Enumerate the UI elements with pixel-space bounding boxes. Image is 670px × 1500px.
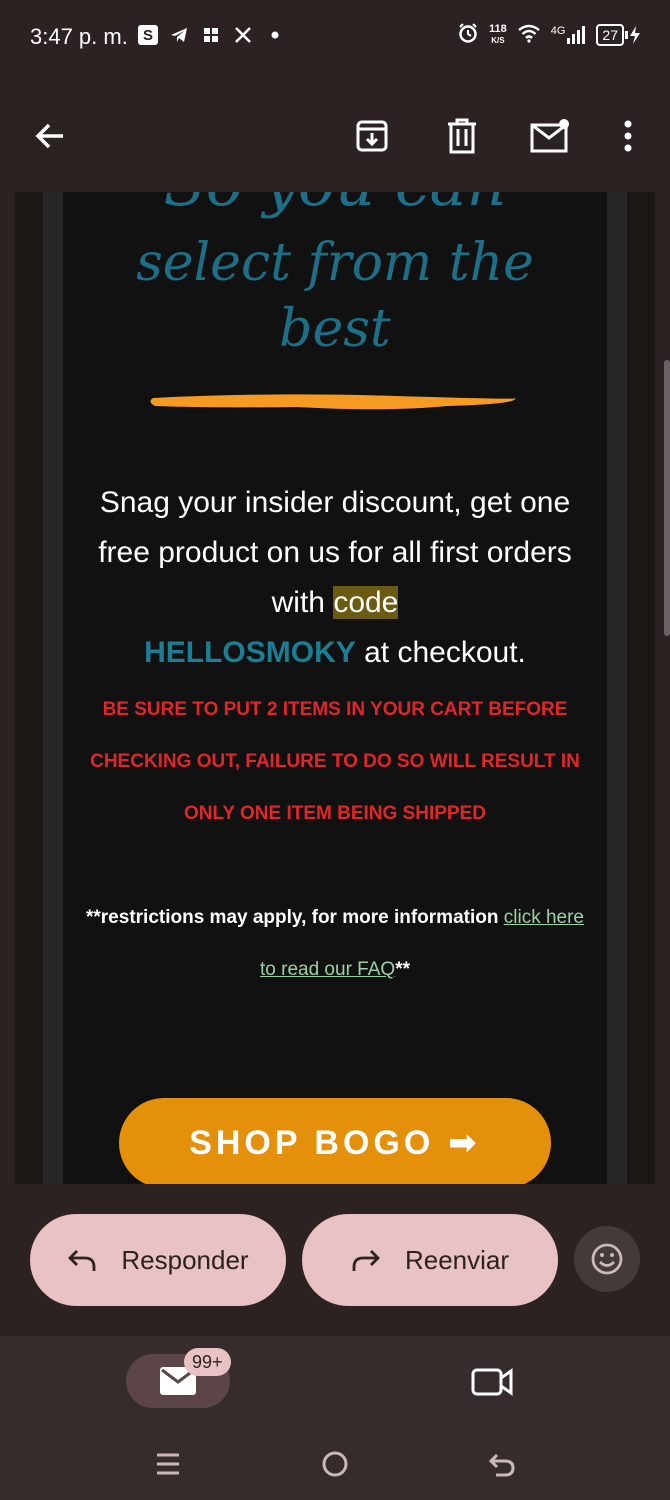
emoji-reaction-button[interactable] bbox=[574, 1226, 640, 1292]
arrow-right-icon: ➡ bbox=[448, 1124, 481, 1162]
promo-text-part2: at checkout. bbox=[355, 636, 526, 669]
scrollbar-thumb[interactable] bbox=[664, 360, 670, 636]
status-notification-icons: S bbox=[138, 24, 286, 46]
headline: select from the best bbox=[63, 230, 607, 362]
status-system-icons: 118 K/S 4G 27 bbox=[457, 22, 642, 47]
unread-count-badge: 99+ bbox=[184, 1348, 231, 1376]
delete-icon[interactable] bbox=[436, 110, 488, 162]
shop-bogo-button[interactable]: SHOP BOGO ➡ bbox=[119, 1098, 551, 1184]
back-arrow-icon[interactable] bbox=[24, 110, 76, 162]
warning-text: BE SURE TO PUT 2 ITEMS IN YOUR CART BEFO… bbox=[90, 699, 580, 824]
battery-indicator: 27 bbox=[596, 23, 642, 46]
reply-icon bbox=[68, 1250, 96, 1271]
telegram-icon bbox=[168, 24, 190, 46]
promo-code-highlight: code bbox=[333, 586, 399, 619]
reply-button[interactable]: Responder bbox=[30, 1214, 286, 1306]
reply-label: Responder bbox=[121, 1244, 249, 1275]
headline-line-2: best bbox=[279, 299, 391, 359]
forward-icon bbox=[352, 1250, 380, 1271]
shop-bogo-label: SHOP BOGO bbox=[189, 1123, 435, 1162]
forward-label: Reenviar bbox=[404, 1244, 510, 1275]
charging-bolt-icon bbox=[630, 25, 640, 44]
recent-apps-icon[interactable] bbox=[146, 1436, 190, 1492]
promo-code: HELLOSMOKY bbox=[144, 636, 356, 669]
network-type: 4G bbox=[550, 24, 566, 37]
battery-level: 27 bbox=[596, 23, 624, 46]
headline-partial: So you can bbox=[63, 192, 607, 216]
s-app-icon: S bbox=[138, 25, 158, 45]
reply-bar: Responder Reenviar bbox=[0, 1184, 670, 1336]
archive-icon[interactable] bbox=[346, 110, 398, 162]
app-bar bbox=[0, 76, 670, 192]
mark-unread-icon[interactable] bbox=[524, 110, 576, 162]
forward-button[interactable]: Reenviar bbox=[302, 1214, 558, 1306]
back-nav-icon[interactable] bbox=[480, 1436, 524, 1492]
promo-text: Snag your insider discount, get one free… bbox=[93, 478, 577, 678]
alarm-icon bbox=[457, 22, 479, 47]
email-card: So you can select from the best Snag you… bbox=[63, 192, 607, 1184]
x-icon bbox=[232, 24, 254, 46]
wifi-icon bbox=[517, 23, 541, 46]
email-border-right bbox=[607, 192, 627, 1184]
home-icon[interactable] bbox=[313, 1436, 357, 1492]
orange-brush-underline bbox=[150, 394, 517, 410]
headline-line-1: select from the bbox=[136, 233, 534, 293]
dot-icon bbox=[264, 24, 286, 46]
bottom-navigation: 99+ bbox=[0, 1336, 670, 1500]
photos-icon bbox=[200, 24, 222, 46]
email-border-left bbox=[43, 192, 63, 1184]
emoji-icon bbox=[591, 1243, 623, 1275]
video-camera-icon bbox=[471, 1368, 513, 1396]
restrictions-text: **restrictions may apply, for more infor… bbox=[83, 892, 587, 996]
network-speed-value: 118 bbox=[488, 22, 507, 35]
network-speed-unit: K/S bbox=[491, 35, 505, 45]
more-vert-icon[interactable] bbox=[602, 110, 654, 162]
cell-signal-icon: 4G bbox=[551, 25, 587, 45]
status-bar: 3:47 p. m. S 118 K/S 4G 27 bbox=[0, 0, 670, 76]
email-body[interactable]: So you can select from the best Snag you… bbox=[15, 192, 655, 1184]
network-speed: 118 K/S bbox=[488, 22, 507, 46]
status-time: 3:47 p. m. bbox=[30, 24, 128, 49]
meet-tab[interactable] bbox=[470, 1360, 514, 1404]
restrictions-prefix: **restrictions may apply, for more infor… bbox=[86, 907, 504, 928]
restrictions-suffix: ** bbox=[395, 959, 410, 980]
